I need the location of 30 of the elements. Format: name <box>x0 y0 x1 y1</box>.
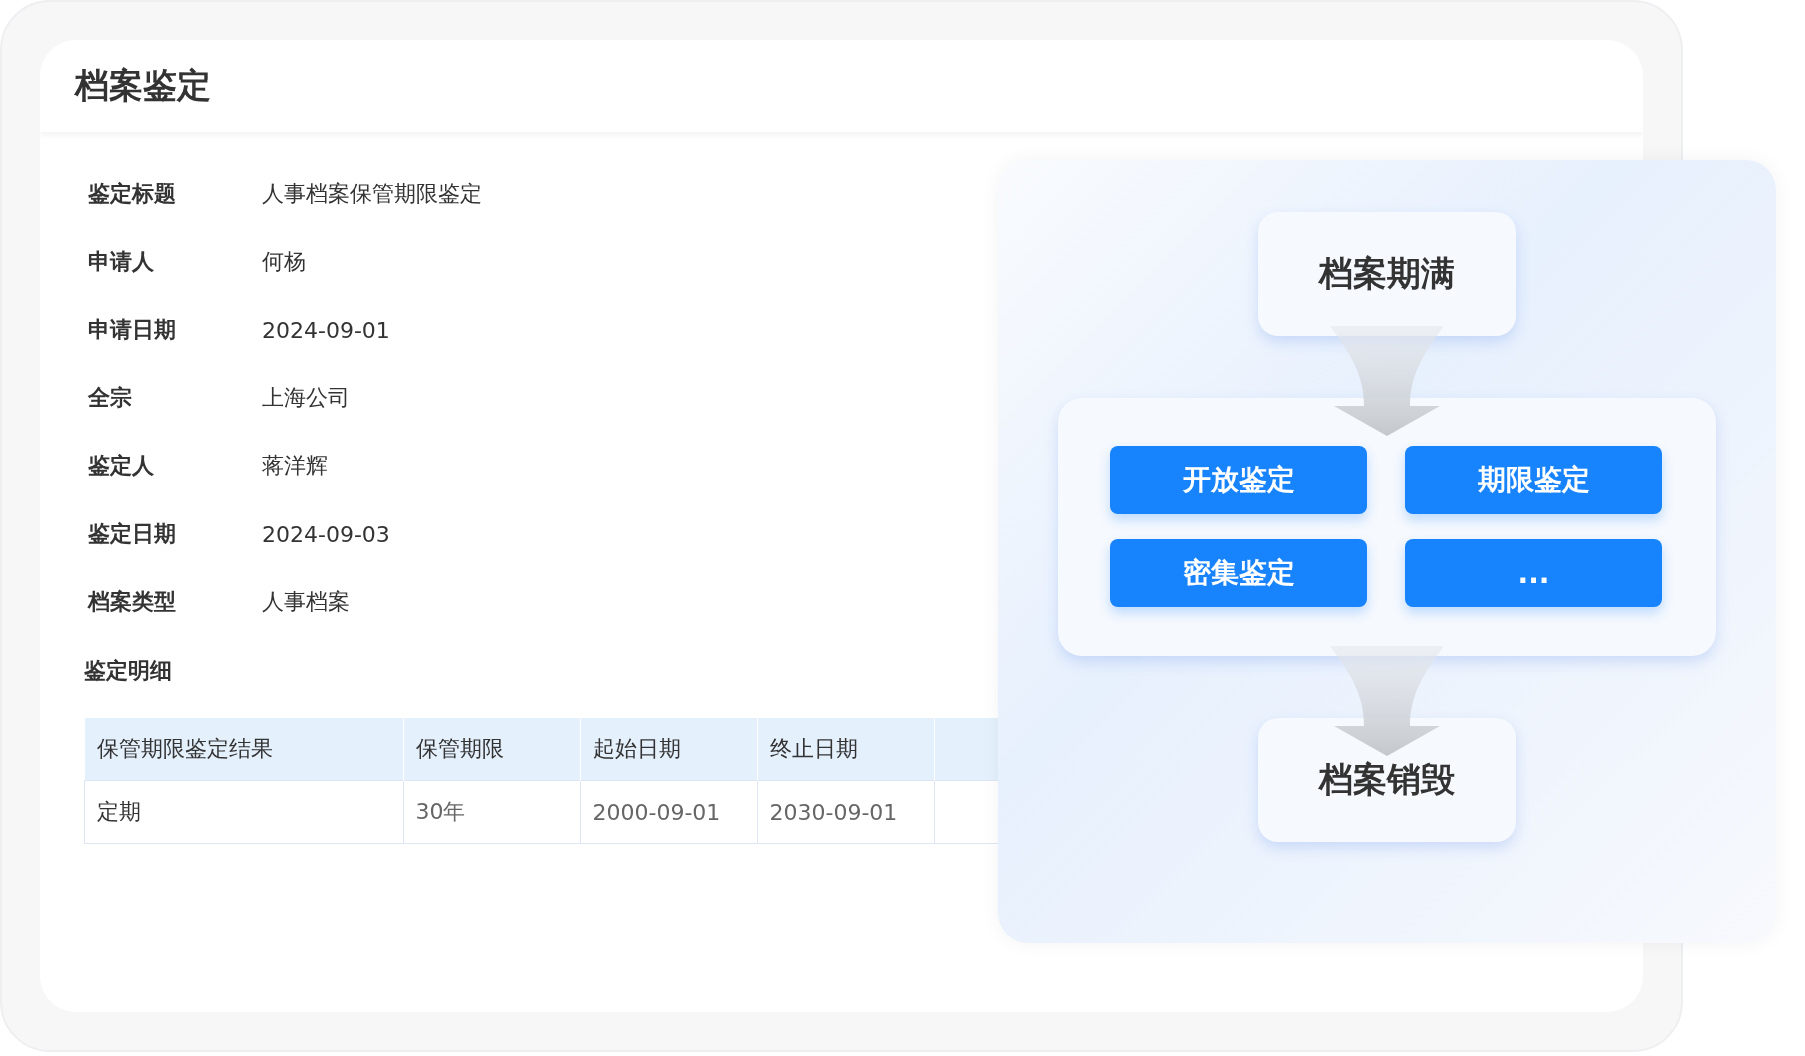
column-header: 保管期限 <box>403 718 580 781</box>
method-button[interactable]: 期限鉴定 <box>1405 446 1662 514</box>
field-value: 人事档案保管期限鉴定 <box>262 180 482 208</box>
field-value: 2024-09-01 <box>262 317 390 343</box>
table-cell: 2000-09-01 <box>580 780 757 844</box>
column-header: 终止日期 <box>757 718 934 781</box>
field-label: 鉴定人 <box>88 452 155 480</box>
table-cell: 30年 <box>403 780 580 844</box>
field-label: 申请日期 <box>88 316 177 344</box>
flow-node: 档案销毁 <box>1258 718 1516 842</box>
field-label: 档案类型 <box>88 588 177 616</box>
field-label: 申请人 <box>88 248 155 276</box>
field-value: 2024-09-03 <box>262 521 390 547</box>
field-label: 鉴定标题 <box>88 180 177 208</box>
table-cell: 定期 <box>84 780 403 844</box>
section-title: 鉴定明细 <box>84 657 173 685</box>
field-value: 何杨 <box>262 248 306 276</box>
field-label: 全宗 <box>88 384 133 412</box>
table-cell: 2030-09-01 <box>757 780 934 844</box>
method-button[interactable]: 开放鉴定 <box>1110 446 1367 514</box>
column-header: 起始日期 <box>580 718 757 781</box>
field-value: 蒋洋辉 <box>262 452 328 480</box>
field-value: 上海公司 <box>262 384 350 412</box>
flow-node: 档案期满 <box>1258 212 1516 336</box>
column-header: 保管期限鉴定结果 <box>84 718 403 781</box>
method-button[interactable]: 密集鉴定 <box>1110 539 1367 607</box>
field-label: 鉴定日期 <box>88 520 177 548</box>
page-title: 档案鉴定 <box>75 64 211 107</box>
field-value: 人事档案 <box>262 588 350 616</box>
method-button[interactable]: ... <box>1405 539 1662 607</box>
